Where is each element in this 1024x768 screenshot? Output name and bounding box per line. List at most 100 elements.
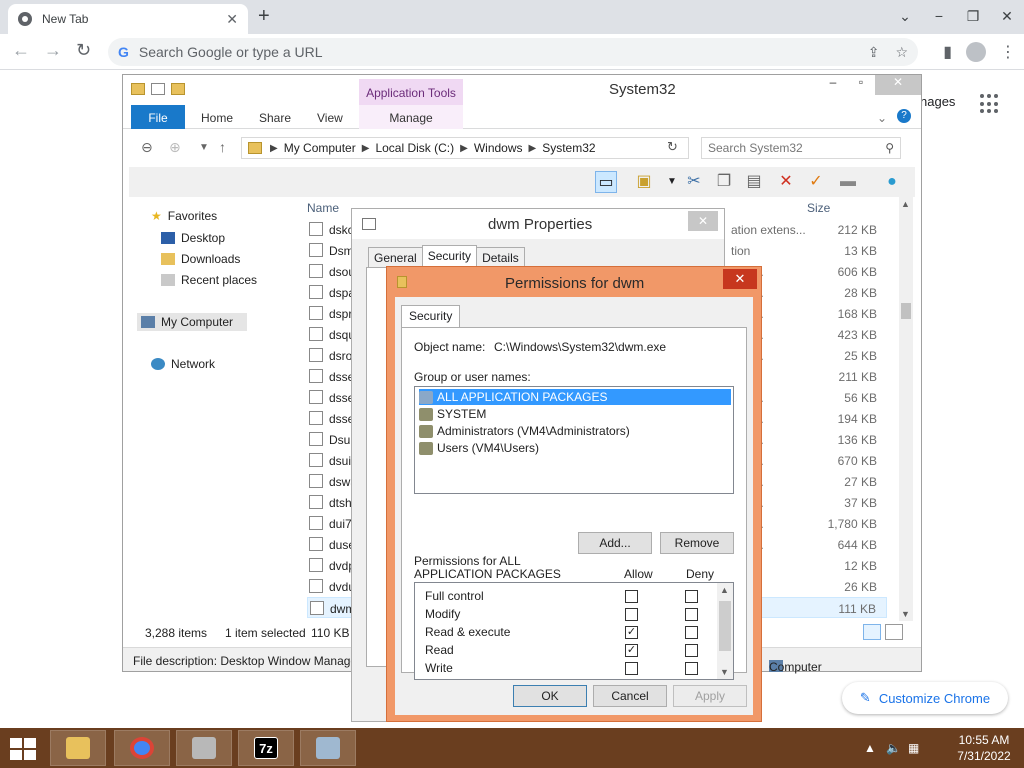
network-tray-icon[interactable]: ▦ <box>908 741 919 755</box>
back-arrow-icon[interactable]: ← <box>12 40 30 61</box>
deny-checkbox[interactable] <box>685 590 698 603</box>
list-item-all-app-packages[interactable]: ALL APPLICATION PACKAGES <box>419 389 731 405</box>
up-arrow-icon[interactable]: ↑ <box>219 139 226 155</box>
back-circle-icon[interactable]: ⊖ <box>141 139 153 156</box>
forward-circle-icon[interactable]: ⊕ <box>169 139 181 156</box>
clock[interactable]: 10:55 AM 7/31/2022 <box>954 732 1014 764</box>
deny-checkbox[interactable] <box>685 644 698 657</box>
explorer-minimize-button[interactable]: – <box>819 75 847 95</box>
scroll-thumb[interactable] <box>901 303 911 319</box>
recent-locations-icon[interactable]: ▼ <box>199 142 209 153</box>
list-item-system[interactable]: SYSTEM <box>419 406 490 422</box>
nav-favorites[interactable]: ★ Favorites <box>151 209 217 223</box>
ok-button[interactable]: OK <box>513 685 587 707</box>
allow-checkbox[interactable] <box>625 590 638 603</box>
globe-icon[interactable]: ● <box>881 171 903 193</box>
help-icon[interactable]: ? <box>897 109 911 123</box>
nav-desktop[interactable]: Desktop <box>161 231 225 245</box>
explorer-maximize-button[interactable]: ▫ <box>847 75 875 95</box>
restore-button[interactable]: ❐ <box>956 0 990 34</box>
folder-options-icon[interactable]: ▣ <box>633 171 655 193</box>
chrome-menu-icon[interactable]: ⋮ <box>1000 42 1016 62</box>
new-tab-button[interactable]: + <box>258 5 270 28</box>
list-item-users[interactable]: Users (VM4\Users) <box>419 440 543 456</box>
minimize-button[interactable]: − <box>922 0 956 34</box>
tab-security[interactable]: Security <box>401 305 461 327</box>
taskbar-chrome[interactable] <box>114 730 170 766</box>
copy-icon[interactable]: ❐ <box>713 171 735 193</box>
deny-checkbox[interactable] <box>685 626 698 639</box>
nav-downloads[interactable]: Downloads <box>161 252 240 266</box>
omnibox-placeholder[interactable]: Search Google or type a URL <box>139 44 852 60</box>
file-list-scrollbar[interactable]: ▲ ▼ <box>899 197 913 621</box>
details-view-icon[interactable] <box>863 624 881 640</box>
breadcrumb-local-disk[interactable]: Local Disk (C:) <box>375 141 454 155</box>
properties-toolbar-icon[interactable]: ▬ <box>837 171 859 193</box>
taskbar-file-explorer[interactable] <box>50 730 106 766</box>
breadcrumb-my-computer[interactable]: My Computer <box>284 141 356 155</box>
taskbar-archive-app[interactable] <box>176 730 232 766</box>
refresh-icon[interactable]: ↻ <box>667 139 678 155</box>
tab-file[interactable]: File <box>131 105 185 129</box>
tab-close-icon[interactable]: ✕ <box>226 11 238 28</box>
scroll-down-icon[interactable]: ▼ <box>720 667 729 677</box>
delete-icon[interactable]: ✕ <box>775 171 797 193</box>
group-user-list[interactable]: ALL APPLICATION PACKAGES SYSTEM Administ… <box>414 386 734 494</box>
remove-button[interactable]: Remove <box>660 532 734 554</box>
tab-security[interactable]: Security <box>421 245 478 267</box>
allow-checkbox[interactable]: ✓ <box>625 644 638 657</box>
add-button[interactable]: Add... <box>578 532 652 554</box>
large-icons-view-icon[interactable] <box>885 624 903 640</box>
start-windows-icon[interactable] <box>10 738 38 760</box>
ribbon-expand-icon[interactable]: ⌄ <box>877 105 887 129</box>
reload-icon[interactable]: ↻ <box>76 40 91 61</box>
volume-muted-icon[interactable]: 🔈 <box>886 741 901 755</box>
preview-pane-icon[interactable]: ▭ <box>595 171 617 193</box>
taskbar-monitor-app[interactable] <box>300 730 356 766</box>
taskbar-7zip[interactable]: 7z <box>238 730 294 766</box>
address-bar[interactable]: ▶ My Computer ▶ Local Disk (C:) ▶ Window… <box>241 137 689 159</box>
google-apps-icon[interactable] <box>980 94 1000 114</box>
dropdown-icon[interactable]: ▼ <box>661 171 683 193</box>
customize-chrome-button[interactable]: ✎ Customize Chrome <box>842 682 1008 714</box>
scroll-up-icon[interactable]: ▲ <box>720 585 729 595</box>
tab-search-icon[interactable]: ⌄ <box>888 0 922 34</box>
tab-home[interactable]: Home <box>201 105 233 129</box>
share-icon[interactable]: ⇪ <box>868 44 880 61</box>
scroll-thumb[interactable] <box>719 601 731 651</box>
perms-close-button[interactable]: ✕ <box>723 269 757 289</box>
allow-checkbox[interactable] <box>625 662 638 675</box>
breadcrumb-windows[interactable]: Windows <box>474 141 523 155</box>
allow-checkbox[interactable]: ✓ <box>625 626 638 639</box>
cancel-button[interactable]: Cancel <box>593 685 667 707</box>
deny-checkbox[interactable] <box>685 608 698 621</box>
tab-share[interactable]: Share <box>259 105 291 129</box>
tab-new-tab[interactable]: New Tab ✕ <box>8 4 248 34</box>
cut-icon[interactable]: ✂ <box>683 171 705 193</box>
images-link[interactable]: nages <box>920 94 955 109</box>
tab-manage[interactable]: Manage <box>359 105 463 129</box>
omnibox[interactable]: G Search Google or type a URL ⇪ ☆ <box>108 38 918 66</box>
close-window-button[interactable]: ✕ <box>990 0 1024 34</box>
rename-check-icon[interactable]: ✓ <box>805 171 827 193</box>
search-input[interactable]: Search System32 ⚲ <box>701 137 901 159</box>
column-name[interactable]: Name <box>307 201 339 215</box>
allow-checkbox[interactable] <box>625 608 638 621</box>
column-size[interactable]: Size <box>807 201 830 215</box>
deny-checkbox[interactable] <box>685 662 698 675</box>
scroll-up-icon[interactable]: ▲ <box>901 199 910 209</box>
apply-button[interactable]: Apply <box>673 685 747 707</box>
permissions-scrollbar[interactable]: ▲ ▼ <box>717 583 733 679</box>
show-hidden-icons-icon[interactable]: ▲ <box>864 741 876 755</box>
nav-my-computer[interactable]: My Computer <box>137 313 248 331</box>
paste-icon[interactable]: ▤ <box>743 171 765 193</box>
nav-network[interactable]: Network <box>151 357 215 371</box>
properties-icon[interactable] <box>151 83 165 95</box>
new-folder-icon[interactable] <box>171 83 185 95</box>
scroll-down-icon[interactable]: ▼ <box>901 609 910 619</box>
list-item-administrators[interactable]: Administrators (VM4\Administrators) <box>419 423 634 439</box>
profile-avatar-icon[interactable] <box>966 42 986 62</box>
breadcrumb-system32[interactable]: System32 <box>542 141 595 155</box>
nav-recent-places[interactable]: Recent places <box>161 273 257 287</box>
explorer-close-button[interactable]: ✕ <box>875 75 921 95</box>
